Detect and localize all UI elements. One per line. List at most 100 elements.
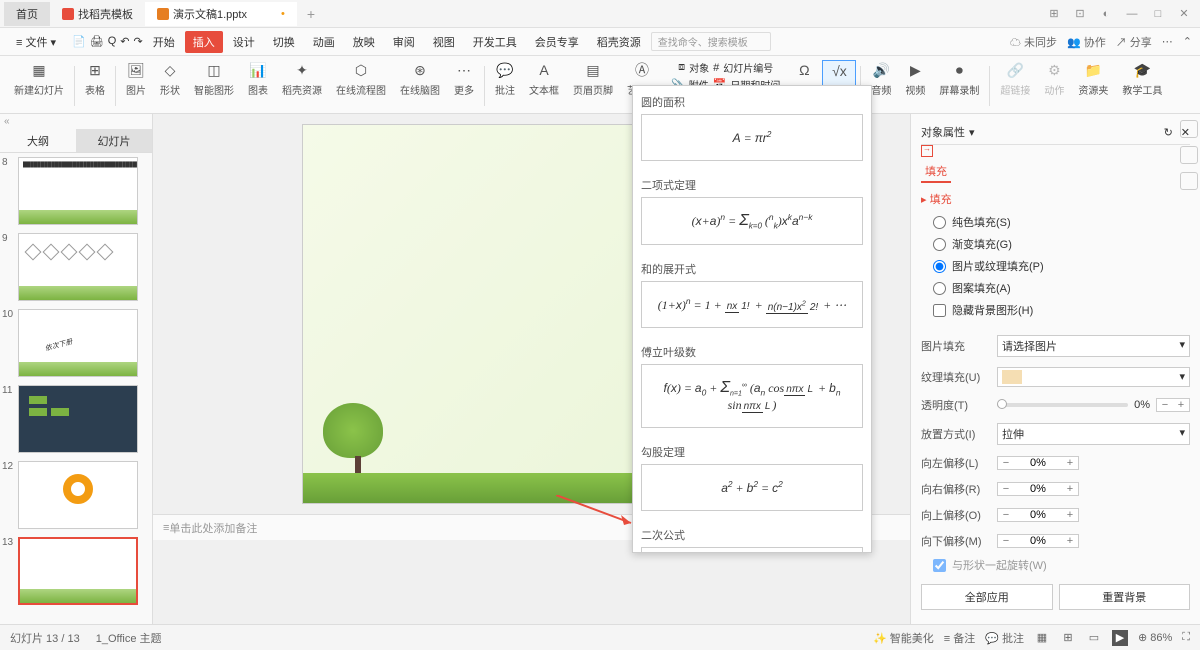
menu-transition[interactable]: 切换 [265, 31, 303, 53]
tool-flowchart[interactable]: ⬡在线流程图 [330, 60, 392, 97]
collapse-icon[interactable]: « [0, 114, 152, 129]
tab-add[interactable]: + [297, 2, 325, 26]
offset-up-spinner[interactable]: −+ [997, 508, 1079, 522]
toolbar-quick-icon[interactable]: Q [108, 35, 117, 48]
tool-hyperlink[interactable]: 🔗超链接 [994, 60, 1036, 97]
menu-dev[interactable]: 开发工具 [465, 31, 525, 53]
apply-all-button[interactable]: 全部应用 [921, 584, 1053, 610]
maximize-icon[interactable]: □ [1146, 4, 1170, 24]
tab-document[interactable]: 演示文稿1.pptx• [145, 2, 297, 26]
tool-resource[interactable]: 📁资源夹 [1072, 60, 1114, 97]
slide-thumbnail[interactable]: 8███████████████████████████████████████… [4, 157, 148, 225]
select-placement[interactable]: 拉伸▾ [997, 423, 1190, 445]
menu-animation[interactable]: 动画 [305, 31, 343, 53]
view-reading-icon[interactable]: ▭ [1086, 630, 1102, 646]
tool-teaching[interactable]: 🎓教学工具 [1116, 60, 1168, 97]
formula-item[interactable]: a2 + b2 = c2 [641, 464, 863, 511]
radio-pattern[interactable]: 图案填充(A) [921, 277, 1190, 299]
close-icon[interactable]: ✕ [1172, 4, 1196, 24]
menu-design[interactable]: 设计 [225, 31, 263, 53]
offset-right-spinner[interactable]: −+ [997, 482, 1079, 496]
formula-item[interactable]: (x+a)n = Σk=0 (nk)xkan−k [641, 197, 863, 245]
tool-new-slide[interactable]: ▦新建幻灯片 [8, 60, 70, 97]
select-texture[interactable]: ▾ [997, 367, 1190, 387]
reset-bg-button[interactable]: 重置背景 [1059, 584, 1191, 610]
formula-item[interactable]: (1+x)n = 1 + nx1! + n(n−1)x22! + ⋯ [641, 281, 863, 328]
tab-slides[interactable]: 幻灯片 [76, 129, 152, 152]
opacity-spinner[interactable]: −+ [1156, 398, 1190, 412]
share-button[interactable]: ↗ 分享 [1116, 34, 1152, 50]
menu-docer[interactable]: 稻壳资源 [589, 31, 649, 53]
formula-item[interactable]: A = πr2 [641, 114, 863, 161]
tab-home[interactable]: 首页 [4, 2, 50, 26]
coop-button[interactable]: 👥 协作 [1067, 34, 1106, 50]
menu-insert[interactable]: 插入 [185, 31, 223, 53]
checkbox-hide-bg[interactable]: 隐藏背景图形(H) [921, 299, 1190, 321]
tool-image[interactable]: 🖼图片 [120, 60, 152, 97]
view-normal-icon[interactable]: ▦ [1034, 630, 1050, 646]
search-input[interactable]: 查找命令、搜索模板 [651, 32, 771, 51]
side-tool-icon[interactable] [1180, 146, 1198, 164]
grid-icon[interactable]: ⊞ [1042, 4, 1066, 24]
radio-picture[interactable]: 图片或纹理填充(P) [921, 255, 1190, 277]
tool-smartart[interactable]: ◫智能图形 [188, 60, 240, 97]
menu-member[interactable]: 会员专享 [527, 31, 587, 53]
more-icon[interactable]: ⋯ [1162, 35, 1173, 48]
tool-textbox[interactable]: A文本框 [523, 60, 565, 97]
slide-thumbnail[interactable]: 9 [4, 233, 148, 301]
tool-action[interactable]: ⚙动作 [1038, 60, 1070, 97]
tool-comment[interactable]: 💬批注 [489, 60, 521, 97]
toolbar-quick-icon[interactable]: 🖨 [90, 35, 104, 48]
radio-solid[interactable]: 纯色填充(S) [921, 211, 1190, 233]
radio-gradient[interactable]: 渐变填充(G) [921, 233, 1190, 255]
slide-thumbnail[interactable]: 13 [4, 537, 148, 605]
tool-docer[interactable]: ✦稻壳资源 [276, 60, 328, 97]
side-tool-icon[interactable] [1180, 172, 1198, 190]
tool-header-footer[interactable]: ▤页眉页脚 [567, 60, 619, 97]
menu-slideshow[interactable]: 放映 [345, 31, 383, 53]
tool-chart[interactable]: 📊图表 [242, 60, 274, 97]
expand-icon[interactable]: ⌃ [1183, 35, 1192, 48]
menu-view[interactable]: 视图 [425, 31, 463, 53]
menu-review[interactable]: 审阅 [385, 31, 423, 53]
user-icon[interactable]: ◐ [1094, 4, 1118, 24]
checkbox-rotate[interactable]: 与形状一起旋转(W) [921, 554, 1190, 576]
tool-more[interactable]: ⋯更多 [448, 60, 480, 97]
tool-mindmap[interactable]: ⊛在线脑图 [394, 60, 446, 97]
refresh-icon[interactable]: ↻ [1164, 126, 1173, 139]
tool-screenrec[interactable]: ⏺屏幕录制 [933, 60, 985, 97]
view-sorter-icon[interactable]: ⊞ [1060, 630, 1076, 646]
offset-left-spinner[interactable]: −+ [997, 456, 1079, 470]
apps-icon[interactable]: ⊡ [1068, 4, 1092, 24]
formula-item[interactable]: f(x) = a0 + Σn=1∞ (an cosnπxL + bn sinnπ… [641, 364, 863, 427]
sync-status[interactable]: ☁ 未同步 [1010, 34, 1057, 50]
fit-icon[interactable]: ⛶ [1182, 631, 1190, 644]
undo-icon[interactable]: ↶ [120, 35, 129, 48]
redo-icon[interactable]: ↷ [134, 35, 143, 48]
slide-thumbnail[interactable]: 10依次下册 [4, 309, 148, 377]
formula-item[interactable]: x = −b ± √(b2−4ac)2a [641, 547, 863, 553]
select-picture[interactable]: 请选择图片▾ [997, 335, 1190, 357]
add-slide-button[interactable]: + [4, 613, 148, 624]
toolbar-quick-icon[interactable]: 📄 [72, 35, 86, 48]
fill-tab[interactable]: 填充 [921, 161, 951, 183]
offset-down-spinner[interactable]: −+ [997, 534, 1079, 548]
side-tool-icon[interactable] [1180, 120, 1198, 138]
tool-shape[interactable]: ◇形状 [154, 60, 186, 97]
tool-table[interactable]: ⊞表格 [79, 60, 111, 97]
tab-template[interactable]: 找稻壳模板 [50, 2, 145, 26]
fill-category-icon[interactable] [921, 145, 933, 157]
menu-file[interactable]: ≡ 文件 ▾ [8, 31, 64, 53]
comments-button[interactable]: 💬 批注 [985, 630, 1024, 646]
tab-outline[interactable]: 大纲 [0, 129, 76, 152]
opacity-slider[interactable] [997, 403, 1128, 407]
minimize-icon[interactable]: — [1120, 4, 1144, 24]
slideshow-icon[interactable]: ▶ [1112, 630, 1128, 646]
beautify-button[interactable]: ✨ 智能美化 [873, 630, 934, 646]
tool-video[interactable]: ▶视频 [899, 60, 931, 97]
notes-button[interactable]: ≡ 备注 [944, 630, 975, 646]
slide-thumbnail[interactable]: 12 [4, 461, 148, 529]
menu-start[interactable]: 开始 [145, 31, 183, 53]
zoom-button[interactable]: ⊕ 86% [1138, 631, 1172, 644]
slide-thumbnail[interactable]: 11 [4, 385, 148, 453]
